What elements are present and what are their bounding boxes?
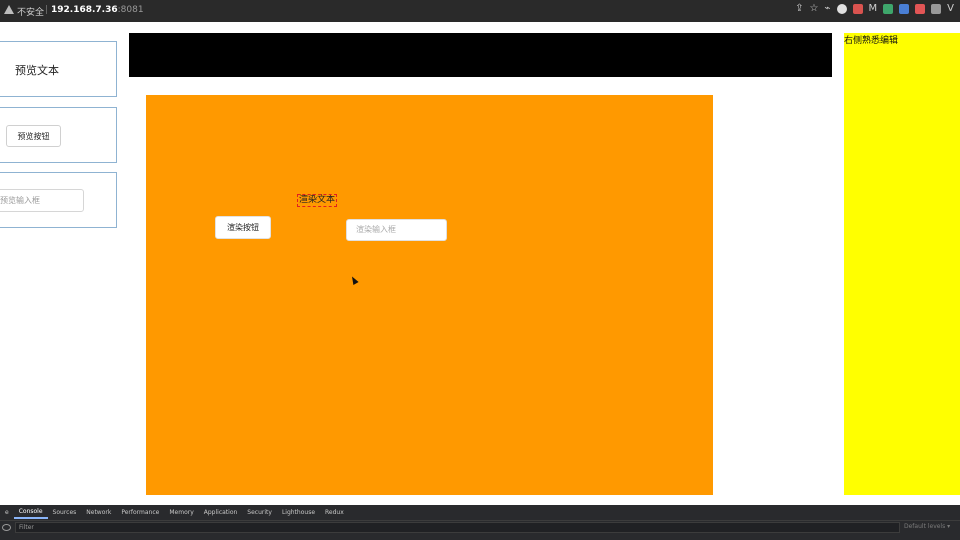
profile-extension-icon[interactable] (836, 4, 847, 14)
tab-network[interactable]: Network (81, 509, 116, 516)
warning-icon (4, 5, 14, 14)
tab-memory[interactable]: Memory (164, 509, 198, 516)
tab-application[interactable]: Application (199, 509, 243, 516)
extension-icon[interactable]: ⌁ (824, 4, 830, 14)
m-extension-icon[interactable]: M (869, 4, 878, 14)
render-text[interactable]: 渲染文本 (296, 194, 338, 207)
top-toolbar (129, 33, 832, 77)
console-filter-input[interactable]: Filter (15, 522, 900, 533)
tab-elements[interactable]: e (0, 509, 14, 516)
preview-text-card[interactable]: 预览文本 (0, 41, 117, 97)
url-port: :8081 (117, 5, 144, 15)
security-label[interactable]: 不安全 (17, 5, 44, 18)
tab-lighthouse[interactable]: Lighthouse (277, 509, 320, 516)
render-input[interactable]: 渲染输入框 (346, 219, 447, 241)
render-canvas[interactable]: 渲染文本 渲染按钮 渲染输入框 (146, 95, 713, 495)
tab-security[interactable]: Security (242, 509, 277, 516)
tab-console[interactable]: Console (13, 506, 48, 519)
share-icon[interactable]: ⇪ (795, 4, 803, 14)
preview-button-card[interactable]: 预览按钮 (0, 107, 117, 163)
url-separator: | (45, 5, 49, 15)
puzzle-extension-icon[interactable] (931, 4, 942, 14)
devtools-tabs: e Console Sources Network Performance Me… (0, 505, 960, 521)
tab-redux[interactable]: Redux (320, 509, 349, 516)
star-icon[interactable]: ☆ (810, 4, 819, 14)
property-editor-title: 右侧熟悉编辑 (844, 36, 899, 46)
preview-button[interactable]: 预览按钮 (6, 125, 61, 147)
tab-performance[interactable]: Performance (116, 509, 164, 516)
tab-sources[interactable]: Sources (48, 509, 82, 516)
devtools-filter-row: Filter Default levels ▾ (0, 521, 960, 534)
green-extension-icon[interactable] (883, 4, 894, 14)
property-editor-panel: 右侧熟悉编辑 (844, 33, 960, 495)
render-button[interactable]: 渲染按钮 (215, 216, 271, 239)
translate-extension-icon[interactable] (899, 4, 910, 14)
preview-input-card[interactable]: 预览输入框 (0, 172, 117, 228)
vue-extension-icon[interactable]: V (947, 4, 954, 14)
browser-toolbar-icons: ⇪ ☆ ⌁ M V (795, 4, 954, 14)
mouse-cursor-icon (349, 275, 359, 285)
preview-text: 预览文本 (15, 64, 59, 77)
preview-input[interactable]: 预览输入框 (0, 189, 84, 212)
log-levels-dropdown[interactable]: Default levels ▾ (904, 523, 950, 530)
browser-address-bar[interactable]: 不安全 | 192.168.7.36:8081 ⇪ ☆ ⌁ M V (0, 0, 960, 22)
badge-extension-icon[interactable] (915, 4, 926, 14)
url-text[interactable]: 192.168.7.36:8081 (51, 5, 144, 15)
eye-icon[interactable] (2, 524, 11, 531)
red-extension-icon[interactable] (852, 4, 863, 14)
url-host: 192.168.7.36 (51, 5, 118, 15)
devtools-panel: e Console Sources Network Performance Me… (0, 505, 960, 540)
